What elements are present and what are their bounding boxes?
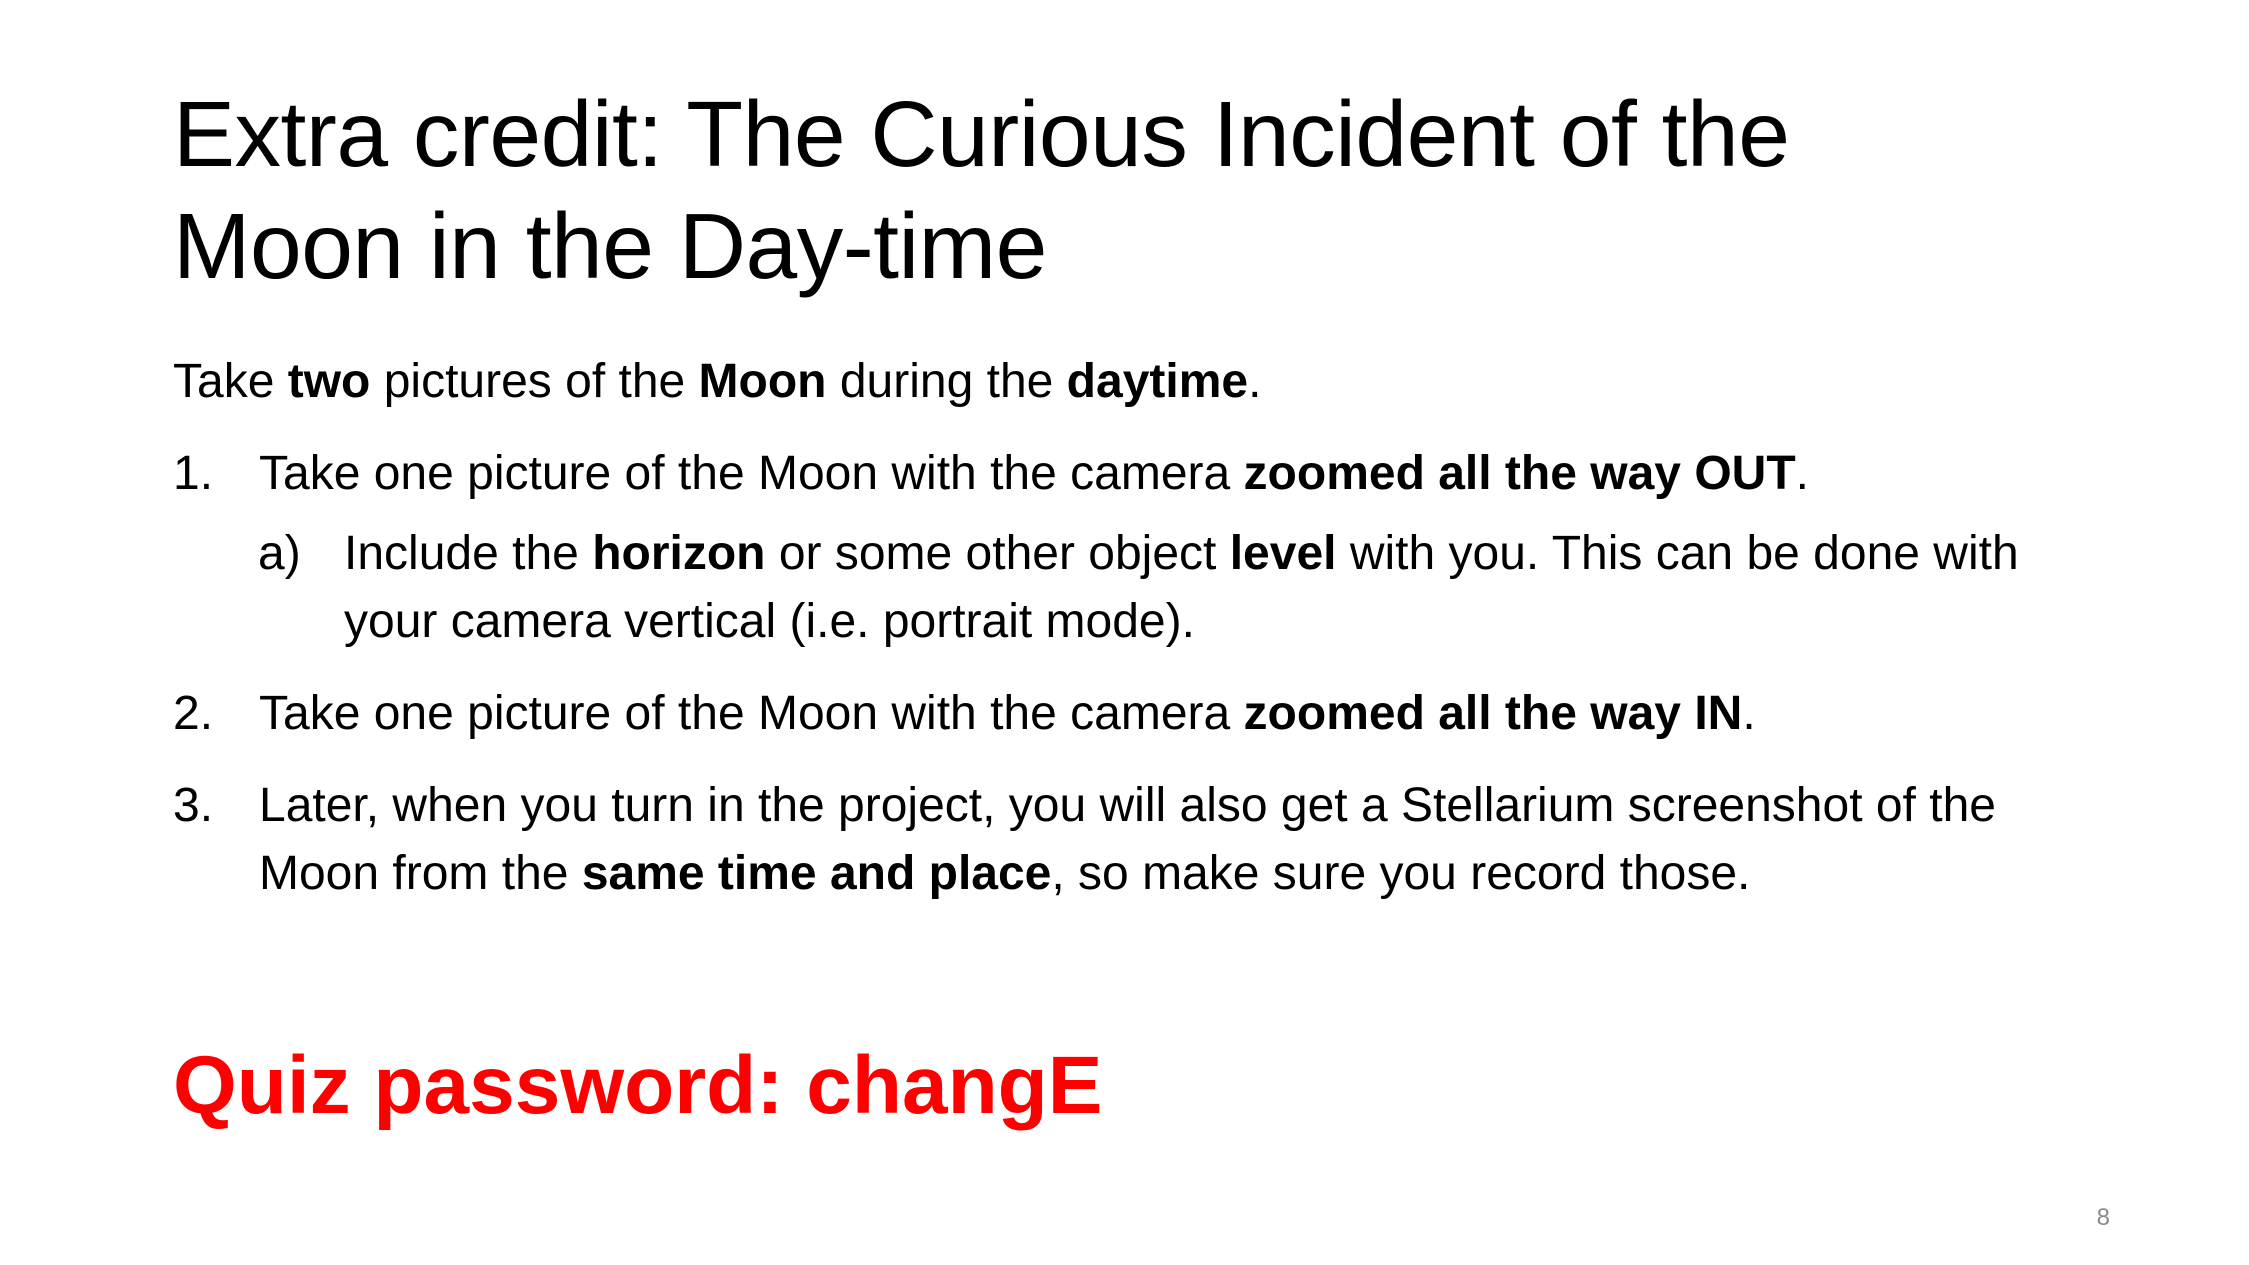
intro-bold-daytime: daytime (1066, 355, 1249, 408)
list-item-1-text: Take one picture of the Moon with the ca… (259, 440, 2093, 508)
subitem-bold-horizon: horizon (592, 527, 766, 580)
slide: Extra credit: The Curious Incident of th… (0, 0, 2249, 1265)
list-item-2-text-1: Take one picture of the Moon with the ca… (259, 687, 1244, 740)
subitem-text-2: or some other object (765, 527, 1230, 580)
intro-bold-moon: Moon (698, 355, 827, 408)
page-number: 8 (2096, 1204, 2110, 1231)
slide-title-line-1: Extra credit: The Curious Incident of th… (173, 82, 1790, 186)
subitem-bold-level: level (1229, 527, 1337, 580)
list-item-2-text: Take one picture of the Moon with the ca… (259, 680, 2093, 748)
list-subitem-text: Include the horizon or some other object… (344, 520, 2108, 656)
intro-text-2: pictures of the (370, 355, 699, 408)
list-item-2-text-2: . (1742, 687, 1756, 740)
list-item-1-bold: zoomed all the way OUT (1243, 447, 1796, 500)
list-item-1-text-2: . (1795, 447, 1809, 500)
intro-text-1: Take (173, 355, 288, 408)
list-item-3-bold: same time and place (581, 847, 1052, 900)
list-item-3-text: Later, when you turn in the project, you… (259, 772, 2093, 908)
list-subitem-letter: a) (258, 527, 301, 580)
intro-text-4: . (1248, 355, 1262, 408)
slide-title: Extra credit: The Curious Incident of th… (173, 78, 2123, 302)
list-item-1-text-1: Take one picture of the Moon with the ca… (259, 447, 1244, 500)
quiz-password: Quiz password: changE (173, 1040, 1103, 1131)
list-number-1: 1. (173, 447, 214, 500)
list-number-3: 3. (173, 779, 214, 832)
list-number-2: 2. (173, 687, 214, 740)
list-item-3-text-2: , so make sure you record those. (1051, 847, 1751, 900)
subitem-text-1: Include the (344, 527, 593, 580)
slide-title-line-2: Moon in the Day-time (173, 194, 1047, 298)
intro-text-3: during the (826, 355, 1067, 408)
list-item-2-bold: zoomed all the way IN (1243, 687, 1743, 740)
intro-bold-two: two (287, 355, 371, 408)
intro-paragraph: Take two pictures of the Moon during the… (173, 348, 1261, 416)
